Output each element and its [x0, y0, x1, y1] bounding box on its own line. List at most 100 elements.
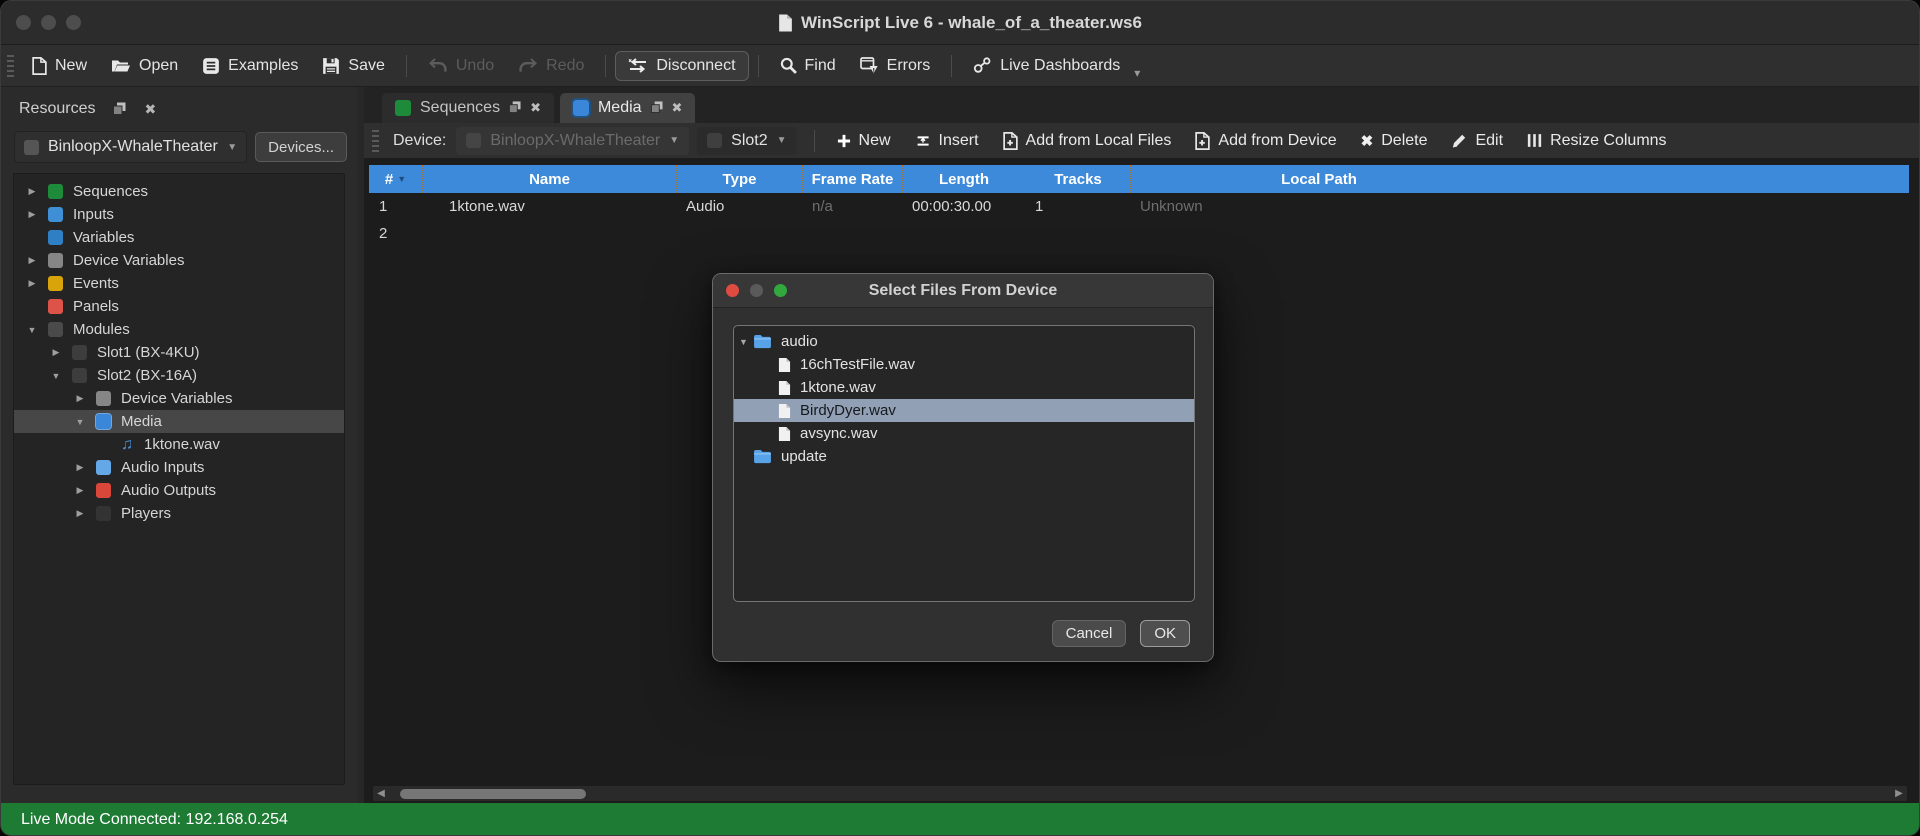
- dialog-tree-item-16chtestfile-wav[interactable]: 16chTestFile.wav: [734, 353, 1194, 376]
- table-row[interactable]: 2: [369, 220, 1909, 247]
- errors-button[interactable]: Errors: [848, 52, 943, 80]
- scrollbar-thumb[interactable]: [400, 789, 586, 799]
- new-file-icon: [32, 57, 47, 75]
- chevron-collapsed-icon[interactable]: ▶: [24, 278, 40, 289]
- toolbar-overflow-chevron-icon[interactable]: ▾: [1134, 66, 1140, 80]
- close-tab-icon[interactable]: ✖: [530, 100, 541, 116]
- live-dashboards-button[interactable]: Live Dashboards: [961, 52, 1132, 80]
- zoom-window-button[interactable]: [66, 15, 81, 30]
- dialog-tree-item-update[interactable]: update: [734, 445, 1194, 468]
- tree-item-audio-inputs[interactable]: ▶Audio Inputs: [14, 456, 344, 479]
- cell-blank[interactable]: 2: [369, 225, 422, 242]
- chevron-collapsed-icon[interactable]: ▶: [48, 347, 64, 358]
- chevron-collapsed-icon[interactable]: ▶: [24, 186, 40, 197]
- save-button[interactable]: Save: [310, 52, 396, 80]
- undo-button[interactable]: Undo: [416, 52, 506, 80]
- edit-button[interactable]: Edit: [1440, 126, 1514, 156]
- tab-sequences[interactable]: Sequences✖: [382, 93, 554, 123]
- chevron-expanded-icon[interactable]: ▼: [739, 337, 753, 347]
- find-button[interactable]: Find: [768, 52, 848, 80]
- tree-item-device-variables[interactable]: ▶Device Variables: [14, 387, 344, 410]
- ok-button[interactable]: OK: [1140, 620, 1190, 647]
- cell-local-path[interactable]: Unknown: [1130, 198, 1507, 215]
- chevron-collapsed-icon[interactable]: ▶: [72, 508, 88, 519]
- media-new-button[interactable]: New: [826, 126, 902, 156]
- horizontal-scrollbar[interactable]: ◀ ▶: [373, 786, 1907, 801]
- dialog-tree-item-audio[interactable]: ▼audio: [734, 330, 1194, 353]
- slot-dropdown[interactable]: Slot2 ▼: [697, 127, 796, 155]
- tree-item-audio-outputs[interactable]: ▶Audio Outputs: [14, 479, 344, 502]
- resize-columns-button[interactable]: Resize Columns: [1516, 126, 1677, 156]
- disconnect-button[interactable]: Disconnect: [615, 51, 748, 81]
- chevron-collapsed-icon[interactable]: ▶: [24, 209, 40, 220]
- close-panel-icon[interactable]: ✖: [144, 102, 156, 116]
- cell-tracks[interactable]: 1: [1025, 198, 1130, 215]
- scroll-right-icon[interactable]: ▶: [1891, 788, 1907, 799]
- redo-button[interactable]: Redo: [506, 52, 596, 80]
- cell-length[interactable]: 00:00:30.00: [902, 198, 1025, 215]
- file-icon: [778, 426, 791, 442]
- media-device-dropdown[interactable]: BinloopX-WhaleTheater ▼: [456, 127, 689, 155]
- panel-splitter[interactable]: [357, 87, 364, 803]
- tab-media[interactable]: Media✖: [560, 93, 695, 123]
- tree-item-device-variables[interactable]: ▶Device Variables: [14, 249, 344, 272]
- tree-item-variables[interactable]: Variables: [14, 226, 344, 249]
- open-button[interactable]: Open: [99, 52, 190, 80]
- cell-blank[interactable]: 1: [369, 198, 422, 215]
- devices-button[interactable]: Devices...: [255, 132, 347, 162]
- close-tab-icon[interactable]: ✖: [672, 100, 683, 116]
- dialog-tree-item-1ktone-wav[interactable]: 1ktone.wav: [734, 376, 1194, 399]
- tree-item-inputs[interactable]: ▶Inputs: [14, 203, 344, 226]
- tree-item-1ktone-wav[interactable]: ♫1ktone.wav: [14, 433, 344, 456]
- examples-button[interactable]: Examples: [190, 52, 310, 80]
- tree-item-modules[interactable]: ▼Modules: [14, 318, 344, 341]
- chevron-expanded-icon[interactable]: ▼: [72, 417, 88, 427]
- column-header-blank[interactable]: #▼: [369, 165, 422, 193]
- media-insert-button[interactable]: Insert: [904, 126, 990, 156]
- float-tab-icon[interactable]: [509, 101, 521, 116]
- chevron-collapsed-icon[interactable]: ▶: [72, 485, 88, 496]
- tree-item-sequences[interactable]: ▶Sequences: [14, 180, 344, 203]
- column-header-length[interactable]: Length: [902, 165, 1025, 193]
- column-header-type[interactable]: Type: [676, 165, 802, 193]
- column-header-frame-rate[interactable]: Frame Rate: [802, 165, 902, 193]
- delete-button[interactable]: ✖ Delete: [1350, 126, 1439, 156]
- cell-type[interactable]: Audio: [676, 198, 802, 215]
- find-label: Find: [805, 57, 836, 75]
- scroll-left-icon[interactable]: ◀: [373, 788, 389, 799]
- tree-item-slot2-bx-16a[interactable]: ▼Slot2 (BX-16A): [14, 364, 344, 387]
- tree-item-slot1-bx-4ku[interactable]: ▶Slot1 (BX-4KU): [14, 341, 344, 364]
- events-icon: [48, 276, 63, 291]
- column-header-tracks[interactable]: Tracks: [1025, 165, 1130, 193]
- media-toolbar-drag-handle[interactable]: [372, 130, 379, 152]
- tree-item-media[interactable]: ▼Media: [14, 410, 344, 433]
- chevron-collapsed-icon[interactable]: ▶: [72, 462, 88, 473]
- float-panel-icon[interactable]: [113, 102, 126, 117]
- cell-frame-rate[interactable]: n/a: [802, 198, 902, 215]
- dialog-tree-item-birdydyer-wav[interactable]: BirdyDyer.wav: [734, 399, 1194, 422]
- dialog-close-button[interactable]: [726, 284, 739, 297]
- device-selector[interactable]: BinloopX-WhaleTheater ▼: [14, 131, 247, 163]
- chevron-collapsed-icon[interactable]: ▶: [72, 393, 88, 404]
- chevron-expanded-icon[interactable]: ▼: [48, 371, 64, 381]
- tree-item-panels[interactable]: Panels: [14, 295, 344, 318]
- tree-item-players[interactable]: ▶Players: [14, 502, 344, 525]
- cancel-button[interactable]: Cancel: [1052, 620, 1127, 647]
- toolbar-drag-handle[interactable]: [7, 55, 14, 77]
- float-tab-icon[interactable]: [651, 101, 663, 116]
- chevron-collapsed-icon[interactable]: ▶: [24, 255, 40, 266]
- dialog-minimize-button[interactable]: [750, 284, 763, 297]
- cell-name[interactable]: 1ktone.wav: [422, 198, 676, 215]
- close-window-button[interactable]: [16, 15, 31, 30]
- dialog-tree-item-avsync-wav[interactable]: avsync.wav: [734, 422, 1194, 445]
- new-button[interactable]: New: [20, 52, 99, 80]
- column-header-name[interactable]: Name: [422, 165, 676, 193]
- add-from-device-button[interactable]: Add from Device: [1184, 126, 1347, 156]
- table-row[interactable]: 11ktone.wavAudion/a00:00:30.001Unknown: [369, 193, 1909, 220]
- minimize-window-button[interactable]: [41, 15, 56, 30]
- dialog-zoom-button[interactable]: [774, 284, 787, 297]
- add-from-local-files-button[interactable]: Add from Local Files: [992, 126, 1183, 156]
- tree-item-events[interactable]: ▶Events: [14, 272, 344, 295]
- chevron-expanded-icon[interactable]: ▼: [24, 325, 40, 335]
- column-header-local-path[interactable]: Local Path: [1130, 165, 1507, 193]
